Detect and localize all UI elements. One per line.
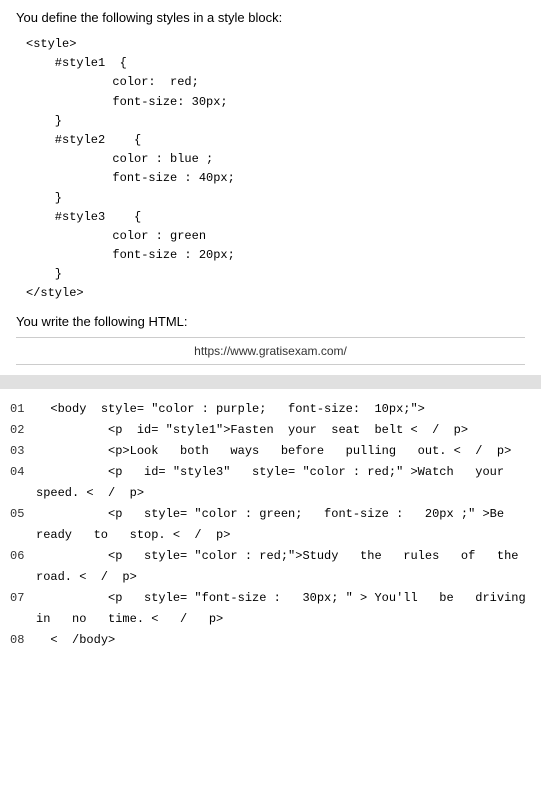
line-number-1: 02 [10,420,36,441]
line-content-0: <body style= "color : purple; font-size:… [36,399,425,420]
style-line-8: } [26,189,525,208]
code-line-2: 03 <p>Look both ways before pulling out.… [10,441,531,462]
style-line-12: } [26,265,525,284]
code-line-7: 08 < /body> [10,630,531,651]
line-number-6: 07 [10,588,36,609]
code-line-4: 05 <p style= "color : green; font-size :… [10,504,531,546]
style-line-7: font-size : 40px; [26,169,525,188]
style-line-13: </style> [26,284,525,303]
style-line-2: color: red; [26,73,525,92]
intro-text: You define the following styles in a sty… [16,10,525,25]
style-line-9: #style3 { [26,208,525,227]
line-number-5: 06 [10,546,36,567]
style-line-6: color : blue ; [26,150,525,169]
line-number-7: 08 [10,630,36,651]
line-content-5: <p style= "color : red;">Study the rules… [36,546,531,588]
style-line-5: #style2 { [26,131,525,150]
style-line-4: } [26,112,525,131]
style-line-11: font-size : 20px; [26,246,525,265]
line-content-6: <p style= "font-size : 30px; " > You'll … [36,588,531,630]
line-number-2: 03 [10,441,36,462]
line-number-0: 01 [10,399,36,420]
page-container: You define the following styles in a sty… [0,0,541,375]
style-line-0: <style> [26,35,525,54]
code-line-1: 02 <p id= "style1">Fasten your seat belt… [10,420,531,441]
line-number-4: 05 [10,504,36,525]
url-text: https://www.gratisexam.com/ [194,344,347,358]
style-code-block: <style> #style1 { color: red; font-size:… [16,35,525,304]
line-content-2: <p>Look both ways before pulling out. < … [36,441,511,462]
html-intro-text: You write the following HTML: [16,314,525,329]
line-content-4: <p style= "color : green; font-size : 20… [36,504,531,546]
code-line-3: 04 <p id= "style3" style= "color : red;"… [10,462,531,504]
numbered-code-block: 01 <body style= "color : purple; font-si… [0,399,541,651]
gray-divider [0,375,541,389]
line-content-7: < /body> [36,630,115,651]
code-line-0: 01 <body style= "color : purple; font-si… [10,399,531,420]
style-line-1: #style1 { [26,54,525,73]
code-line-5: 06 <p style= "color : red;">Study the ru… [10,546,531,588]
line-number-3: 04 [10,462,36,483]
style-line-10: color : green [26,227,525,246]
style-line-3: font-size: 30px; [26,93,525,112]
line-content-1: <p id= "style1">Fasten your seat belt < … [36,420,468,441]
url-bar: https://www.gratisexam.com/ [16,337,525,365]
code-line-6: 07 <p style= "font-size : 30px; " > You'… [10,588,531,630]
line-content-3: <p id= "style3" style= "color : red;" >W… [36,462,531,504]
